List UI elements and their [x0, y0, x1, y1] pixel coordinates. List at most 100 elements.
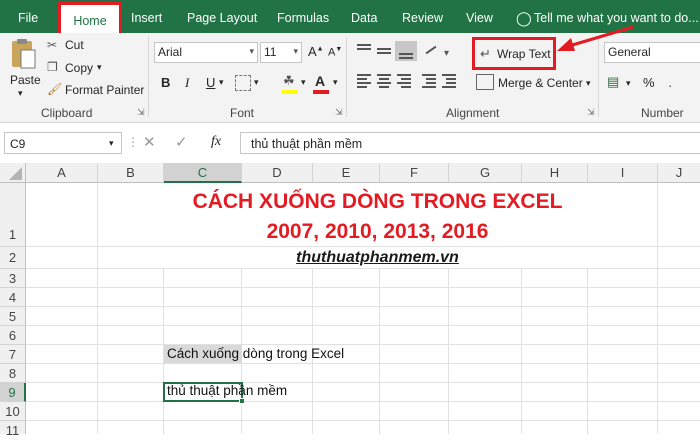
chevron-down-icon: ▾: [249, 46, 254, 56]
borders-icon[interactable]: [235, 75, 251, 91]
paste-dropdown-icon[interactable]: ▾: [18, 88, 23, 99]
currency-dropdown-icon[interactable]: ▾: [626, 78, 631, 89]
gridline: [26, 401, 700, 402]
row-header-5[interactable]: 5: [0, 307, 26, 326]
row-header-2[interactable]: 2: [0, 247, 26, 269]
row-header-8[interactable]: 8: [0, 364, 26, 383]
row-header-3[interactable]: 3: [0, 269, 26, 288]
subtitle-cell[interactable]: thuthuatphanmem.vn: [98, 247, 657, 268]
column-header-d[interactable]: D: [242, 163, 313, 183]
column-header-j[interactable]: J: [658, 163, 700, 183]
font-size-value: 11: [264, 45, 277, 59]
column-header-e[interactable]: E: [313, 163, 380, 183]
gridline: [26, 287, 700, 288]
bold-button[interactable]: B: [161, 75, 170, 90]
alignment-group-label: Alignment: [446, 106, 500, 120]
tab-review[interactable]: Review: [402, 0, 443, 33]
cell-c9: thủ thuật phần mềm: [167, 383, 288, 398]
currency-icon[interactable]: ▤: [607, 74, 619, 90]
shrink-font-icon[interactable]: A▼: [328, 46, 342, 59]
font-color-icon[interactable]: A: [315, 73, 325, 89]
cancel-icon[interactable]: ✕: [143, 133, 156, 151]
fill-color-icon[interactable]: ☘: [283, 73, 295, 89]
font-group-label: Font: [230, 106, 255, 120]
row-header-1[interactable]: 1: [0, 183, 26, 247]
row-header-10[interactable]: 10: [0, 402, 26, 421]
row-header-9[interactable]: 9: [0, 383, 26, 402]
font-name-combo[interactable]: Arial ▾: [154, 42, 258, 63]
enter-icon[interactable]: ✓: [175, 133, 188, 151]
row-header-7[interactable]: 7: [0, 345, 26, 364]
column-header-a[interactable]: A: [26, 163, 98, 183]
italic-button[interactable]: I: [185, 75, 189, 91]
format-painter-icon: 🖌: [47, 82, 63, 96]
chevron-down-icon: ▾: [109, 138, 114, 148]
font-color-swatch: [313, 90, 329, 94]
font-size-combo[interactable]: 11 ▾: [260, 42, 302, 63]
tab-file[interactable]: File: [18, 0, 38, 33]
tab-data[interactable]: Data: [351, 0, 377, 33]
select-all-corner[interactable]: [0, 163, 26, 183]
number-group-label: Number: [641, 106, 684, 120]
paste-icon[interactable]: [8, 38, 38, 72]
copy-dropdown-icon[interactable]: ▾: [97, 62, 102, 73]
column-header-f[interactable]: F: [380, 163, 449, 183]
svg-text:▾: ▾: [444, 48, 449, 59]
format-painter-button[interactable]: Format Painter: [65, 83, 144, 97]
merge-center-button[interactable]: Merge & Center: [498, 76, 583, 90]
formula-content: thủ thuật phần mềm: [251, 137, 363, 151]
tab-formulas[interactable]: Formulas: [277, 0, 329, 33]
alignment-launcher-icon[interactable]: ⇲: [587, 107, 595, 118]
underline-button[interactable]: U: [206, 75, 215, 90]
insert-function-button[interactable]: fx: [211, 134, 221, 150]
cut-button[interactable]: Cut: [65, 38, 84, 52]
more-icon: ⋮: [127, 135, 139, 149]
gridline: [26, 382, 700, 383]
title-line-1: CÁCH XUỐNG DÒNG TRONG EXCEL: [192, 190, 563, 213]
name-box[interactable]: C9 ▾: [4, 132, 122, 154]
row-header-4[interactable]: 4: [0, 288, 26, 307]
horizontal-align-buttons: [352, 70, 466, 92]
font-color-dropdown-icon[interactable]: ▾: [333, 77, 338, 88]
title-line-2: 2007, 2010, 2013, 2016: [266, 220, 489, 243]
gridline: [26, 344, 700, 345]
column-header-c[interactable]: C: [164, 163, 242, 183]
gridline: [657, 183, 658, 434]
paste-label[interactable]: Paste: [10, 73, 41, 87]
fill-color-swatch: [282, 90, 298, 94]
percent-button[interactable]: %: [643, 75, 655, 90]
row-header-6[interactable]: 6: [0, 326, 26, 345]
lightbulb-icon: ◯: [516, 10, 532, 26]
tab-insert[interactable]: Insert: [131, 0, 162, 33]
name-box-value: C9: [10, 137, 26, 151]
font-launcher-icon[interactable]: ⇲: [335, 107, 343, 118]
fill-handle[interactable]: [239, 398, 245, 404]
column-header-h[interactable]: H: [522, 163, 588, 183]
comma-style-icon[interactable]: ․: [668, 75, 672, 91]
wrap-text-icon: ↵: [480, 46, 491, 61]
clipboard-launcher-icon[interactable]: ⇲: [137, 107, 145, 118]
gridline: [26, 306, 700, 307]
underline-dropdown-icon[interactable]: ▾: [219, 77, 224, 88]
row-header-11[interactable]: 11: [0, 421, 26, 438]
scissors-icon: ✂: [47, 38, 58, 52]
borders-dropdown-icon[interactable]: ▾: [254, 77, 259, 88]
tab-view[interactable]: View: [466, 0, 493, 33]
group-divider: [148, 37, 149, 117]
column-header-b[interactable]: B: [98, 163, 164, 183]
column-header-g[interactable]: G: [449, 163, 522, 183]
vertical-align-buttons: ▾: [352, 39, 466, 61]
grow-font-icon[interactable]: A▲: [308, 44, 324, 59]
gridline: [26, 363, 700, 364]
column-header-i[interactable]: I: [588, 163, 658, 183]
copy-button[interactable]: Copy: [65, 61, 93, 75]
wrap-text-button[interactable]: ↵ Wrap Text: [472, 37, 556, 70]
title-cell[interactable]: CÁCH XUỐNG DÒNG TRONG EXCEL 2007, 2010, …: [98, 183, 657, 246]
merge-center-icon: [476, 74, 494, 90]
merge-dropdown-icon[interactable]: ▾: [586, 78, 591, 89]
tab-page-layout[interactable]: Page Layout: [187, 0, 257, 33]
fill-dropdown-icon[interactable]: ▾: [301, 77, 306, 88]
gridline: [26, 325, 700, 326]
formula-input[interactable]: thủ thuật phần mềm: [240, 132, 700, 154]
cell-c7[interactable]: Cách xuống dòng trong Excel: [167, 346, 344, 361]
